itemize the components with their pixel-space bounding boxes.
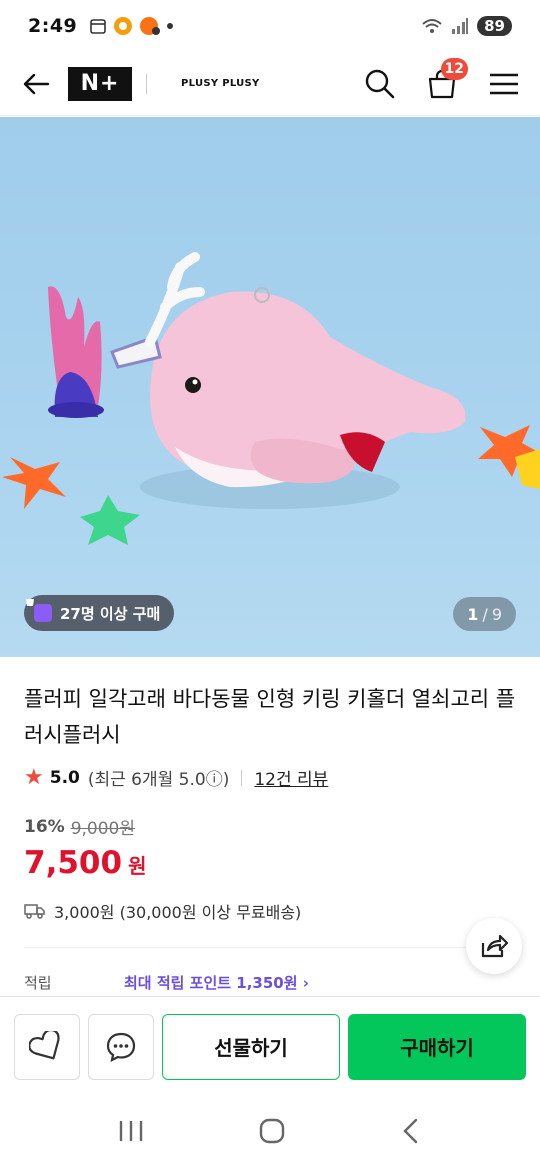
original-price: 9,000원 bbox=[70, 819, 136, 839]
points-row[interactable]: 적립 최대 적립 포인트 1,350원 › bbox=[24, 972, 516, 992]
logo-divider bbox=[146, 73, 147, 94]
hamburger-menu-icon bbox=[490, 73, 518, 94]
buyers-count-badge: 27명 이상 구매 bbox=[24, 595, 175, 631]
rating-separator bbox=[241, 769, 243, 786]
review-count-link[interactable]: 12건 리뷰 bbox=[254, 765, 328, 790]
more-notifications-dot bbox=[167, 23, 174, 29]
image-counter-total: 9 bbox=[491, 604, 502, 624]
buy-now-button[interactable]: 구매하기 bbox=[348, 1013, 526, 1080]
status-bar: 2:49 89 bbox=[0, 0, 540, 52]
chevron-left-icon bbox=[403, 1118, 418, 1144]
back-button[interactable] bbox=[18, 66, 54, 102]
product-photo bbox=[2, 252, 540, 545]
search-button[interactable] bbox=[362, 66, 398, 102]
recent-apps-button[interactable] bbox=[117, 1118, 145, 1148]
whale-plush bbox=[110, 252, 466, 509]
naver-plus-logo[interactable]: N+ bbox=[68, 66, 132, 101]
battery-indicator: 89 bbox=[477, 16, 512, 36]
product-info: 플러피 일각고래 바다동물 인형 키링 키홀더 열쇠고리 플러시플러시 ★ 5.… bbox=[0, 657, 540, 992]
cart-count-badge: 12 bbox=[440, 57, 468, 80]
recent-apps-icon bbox=[119, 1121, 142, 1141]
calendar-icon bbox=[90, 19, 107, 34]
top-navigation: N+ PLUSY PLUSY 12 bbox=[0, 52, 540, 116]
status-time: 2:49 bbox=[28, 15, 78, 37]
sale-price: 7,500 bbox=[24, 845, 123, 881]
max-points-link[interactable]: 최대 적립 포인트 1,350원 › bbox=[124, 972, 309, 992]
starfish-green bbox=[80, 495, 140, 545]
coral-decoration bbox=[48, 286, 104, 418]
product-image-carousel[interactable]: 27명 이상 구매 1 / 9 bbox=[0, 117, 540, 657]
shopping-bag-icon bbox=[26, 599, 52, 622]
gift-button[interactable]: 선물하기 bbox=[162, 1013, 340, 1080]
star-icon: ★ bbox=[24, 765, 44, 790]
cart-button[interactable]: 12 bbox=[424, 57, 468, 102]
recent-rating-info[interactable]: (최근 6개월 5.0ⓘ) bbox=[88, 765, 229, 790]
wifi-icon bbox=[422, 19, 442, 33]
image-counter: 1 / 9 bbox=[453, 597, 516, 631]
starfish-orange bbox=[2, 457, 66, 509]
heart-icon bbox=[29, 1030, 60, 1059]
image-counter-current: 1 bbox=[467, 604, 479, 624]
rating-value: 5.0 bbox=[49, 767, 80, 788]
chat-bubble-icon bbox=[106, 1032, 136, 1062]
product-title: 플러피 일각고래 바다동물 인형 키링 키홀더 열쇠고리 플러시플러시 bbox=[24, 687, 516, 747]
shipping-text: 3,000원 (30,000원 이상 무료배송) bbox=[54, 903, 302, 922]
buyers-count-text: 27명 이상 구매 bbox=[60, 604, 161, 623]
back-arrow-icon bbox=[23, 73, 50, 94]
system-icons: 89 bbox=[421, 16, 512, 36]
system-back-button[interactable] bbox=[399, 1117, 423, 1149]
discount-row: 16% 9,000원 bbox=[24, 814, 516, 840]
notification-icons bbox=[89, 16, 174, 36]
delivery-truck-icon bbox=[24, 904, 45, 919]
discount-rate: 16% bbox=[24, 816, 65, 837]
android-navigation-bar bbox=[0, 1096, 540, 1170]
points-label: 적립 bbox=[24, 973, 52, 992]
store-name[interactable]: PLUSY PLUSY bbox=[181, 78, 260, 89]
share-button[interactable] bbox=[466, 918, 522, 974]
home-button[interactable] bbox=[258, 1117, 286, 1149]
wishlist-button[interactable] bbox=[14, 1013, 80, 1080]
app-notification-icon-2 bbox=[140, 17, 161, 35]
app-notification-icon bbox=[114, 17, 133, 35]
home-icon bbox=[259, 1118, 285, 1144]
menu-button[interactable] bbox=[486, 66, 522, 102]
share-icon bbox=[481, 934, 508, 958]
price-unit: 원 bbox=[128, 854, 147, 878]
talk-chat-button[interactable] bbox=[88, 1013, 154, 1080]
purchase-action-bar: 선물하기 구매하기 bbox=[0, 996, 540, 1096]
price-row: 7,500 원 bbox=[24, 845, 516, 881]
signal-icon bbox=[452, 18, 469, 34]
rating-row: ★ 5.0 (최근 6개월 5.0ⓘ) 12건 리뷰 bbox=[24, 765, 516, 790]
shipping-info: 3,000원 (30,000원 이상 무료배송) bbox=[24, 899, 516, 923]
search-icon bbox=[365, 69, 395, 98]
section-divider bbox=[24, 947, 516, 948]
